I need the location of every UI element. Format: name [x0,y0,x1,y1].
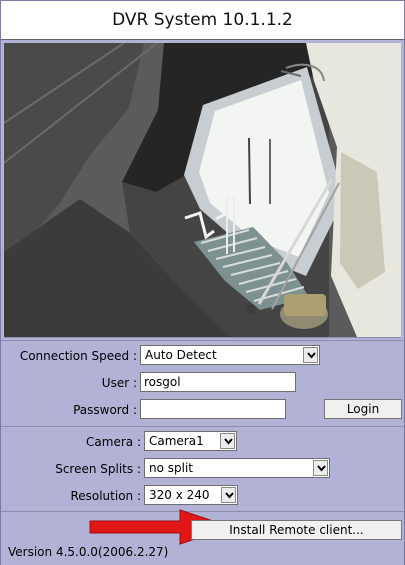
camera-label: Camera : [86,435,141,449]
chevron-down-icon[interactable] [303,347,318,363]
screen-splits-label: Screen Splits : [55,462,141,476]
install-remote-client-button[interactable]: Install Remote client... [191,520,402,540]
connection-speed-value: Auto Detect [145,348,217,362]
camera-feed-image[interactable] [4,43,401,338]
resolution-value: 320 x 240 [149,488,210,502]
resolution-label: Resolution : [70,489,141,503]
camera-select[interactable]: Camera1 [144,431,237,451]
connection-speed-row: Connection Speed : Auto Detect [1,345,404,367]
chevron-down-icon[interactable] [220,433,235,449]
screen-splits-row: Screen Splits : no split [1,458,404,480]
screen-splits-value: no split [149,461,194,475]
connection-speed-label: Connection Speed : [19,349,137,363]
camera-row: Camera : Camera1 [1,431,404,453]
connection-panel: Connection Speed : Auto Detect User : ro… [1,340,404,427]
password-input[interactable] [140,399,286,419]
user-row: User : rosgol [1,372,404,394]
window-title: DVR System 10.1.1.2 [1,1,404,39]
view-settings-panel: Camera : Camera1 Screen Splits : no spli… [1,426,404,512]
camera-feed-scene [4,43,401,337]
connection-speed-select[interactable]: Auto Detect [140,345,320,365]
video-panel [1,40,404,340]
user-label: User : [101,376,137,390]
screen-splits-select[interactable]: no split [144,458,330,478]
password-row: Password : Login [1,399,404,421]
resolution-row: Resolution : 320 x 240 [1,485,404,507]
chevron-down-icon[interactable] [313,460,328,476]
password-label: Password : [73,403,137,417]
chevron-down-icon[interactable] [221,487,236,503]
camera-value: Camera1 [149,434,204,448]
login-button[interactable]: Login [324,399,402,419]
version-text: Version 4.5.0.0(2006.2.27) [8,545,169,559]
user-input[interactable]: rosgol [140,372,296,392]
resolution-select[interactable]: 320 x 240 [144,485,238,505]
dvr-window: DVR System 10.1.1.2 Connection Speed: A… [0,0,405,565]
